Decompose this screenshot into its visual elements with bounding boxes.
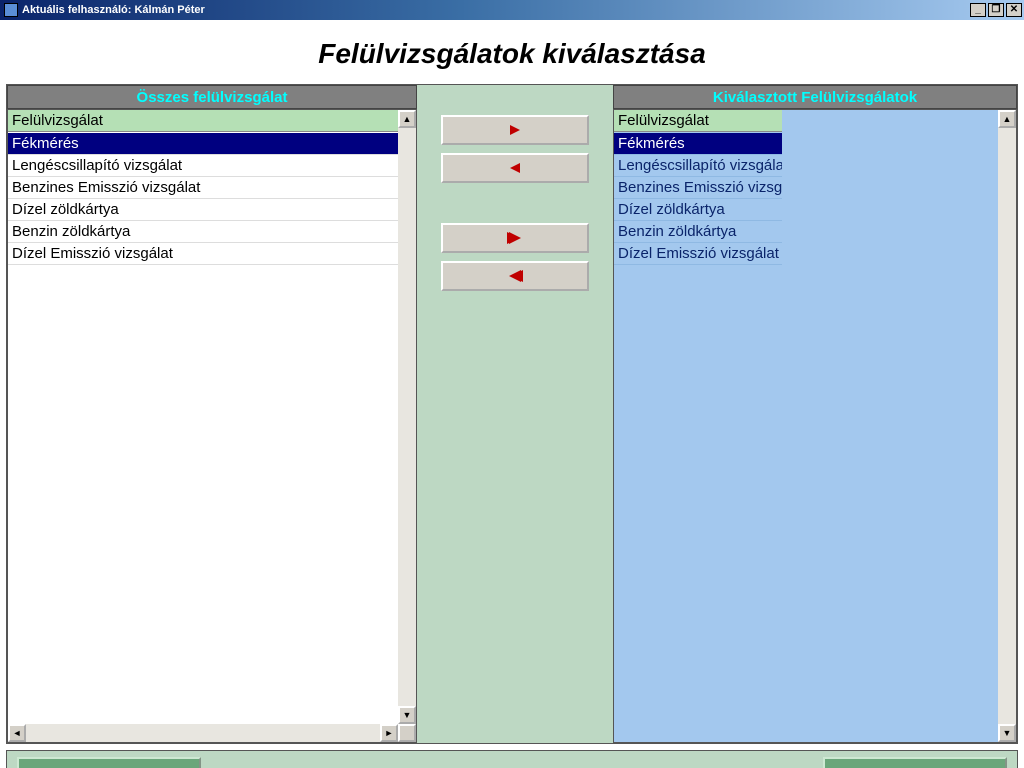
main-area: Összes felülvizsgálat Felülvizsgálat Fék… [6, 84, 1018, 744]
minimize-button[interactable]: _ [970, 3, 986, 17]
all-inspections-column-header: Felülvizsgálat [8, 110, 416, 132]
list-item[interactable]: Benzines Emisszió vizsgálat [8, 177, 398, 199]
maximize-button[interactable]: ❐ [988, 3, 1004, 17]
app-icon [4, 3, 18, 17]
scroll-up-icon[interactable]: ▲ [998, 110, 1016, 128]
remove-all-button[interactable] [441, 261, 589, 291]
back-button[interactable]: Vissza [F1] [17, 757, 201, 768]
close-button[interactable]: ✕ [1006, 3, 1022, 17]
scroll-down-icon[interactable]: ▼ [998, 724, 1016, 742]
arrow-right-icon [510, 125, 520, 135]
all-inspections-list-body[interactable]: FékmérésLengéscsillapító vizsgálatBenzin… [8, 133, 398, 724]
list-item[interactable]: Lengéscsillapító vizsgálat [614, 155, 782, 177]
arrow-left-fill-icon [509, 270, 521, 282]
scroll-track[interactable] [398, 128, 416, 706]
selected-inspections-panel: Kiválasztott Felülvizsgálatok Felülvizsg… [613, 85, 1017, 743]
list-item[interactable]: Fékmérés [8, 133, 398, 155]
scroll-track[interactable] [998, 128, 1016, 724]
list-item[interactable]: Dízel Emisszió vizsgálat [8, 243, 398, 265]
remove-one-button[interactable] [441, 153, 589, 183]
scrollbar-grip [398, 724, 416, 742]
all-inspections-listbox[interactable]: Felülvizsgálat FékmérésLengéscsillapító … [7, 109, 417, 743]
selected-inspections-list-body[interactable]: FékmérésLengéscsillapító vizsgálatBenzin… [614, 133, 998, 742]
list-item[interactable]: Lengéscsillapító vizsgálat [8, 155, 398, 177]
add-all-button[interactable] [441, 223, 589, 253]
scroll-track[interactable] [26, 724, 380, 742]
vertical-scrollbar[interactable]: ▲ ▼ [998, 110, 1016, 742]
list-item[interactable]: Benzin zöldkártya [614, 221, 782, 243]
page-title: Felülvizsgálatok kiválasztása [0, 20, 1024, 84]
vertical-scrollbar[interactable]: ▲ ▼ [398, 110, 416, 724]
scroll-up-icon[interactable]: ▲ [398, 110, 416, 128]
list-item[interactable]: Dízel zöldkártya [614, 199, 782, 221]
arrow-right-fill-icon [509, 232, 521, 244]
add-one-button[interactable] [441, 115, 589, 145]
list-item[interactable]: Dízel Emisszió vizsgálat [614, 243, 782, 265]
footer-bar: Vissza [F1] Tovább [F12] [6, 750, 1018, 768]
scroll-right-icon[interactable]: ► [380, 724, 398, 742]
window-controls: _ ❐ ✕ [970, 3, 1024, 17]
window-title: Aktuális felhasználó: Kálmán Péter [22, 4, 205, 16]
horizontal-scrollbar[interactable]: ◄ ► [8, 724, 398, 742]
transfer-button-panel [417, 85, 613, 743]
selected-inspections-column-header: Felülvizsgálat [614, 110, 782, 132]
list-item[interactable]: Benzin zöldkártya [8, 221, 398, 243]
all-inspections-panel: Összes felülvizsgálat Felülvizsgálat Fék… [7, 85, 417, 743]
all-inspections-header: Összes felülvizsgálat [7, 85, 417, 109]
scroll-down-icon[interactable]: ▼ [398, 706, 416, 724]
list-item[interactable]: Fékmérés [614, 133, 782, 155]
list-item[interactable]: Benzines Emisszió vizsgálat [614, 177, 782, 199]
next-button[interactable]: Tovább [F12] [823, 757, 1007, 768]
list-item[interactable]: Dízel zöldkártya [8, 199, 398, 221]
selected-inspections-header: Kiválasztott Felülvizsgálatok [613, 85, 1017, 109]
arrow-left-icon [510, 163, 520, 173]
window-titlebar: Aktuális felhasználó: Kálmán Péter _ ❐ ✕ [0, 0, 1024, 20]
scroll-left-icon[interactable]: ◄ [8, 724, 26, 742]
selected-inspections-listbox[interactable]: Felülvizsgálat FékmérésLengéscsillapító … [613, 109, 1017, 743]
